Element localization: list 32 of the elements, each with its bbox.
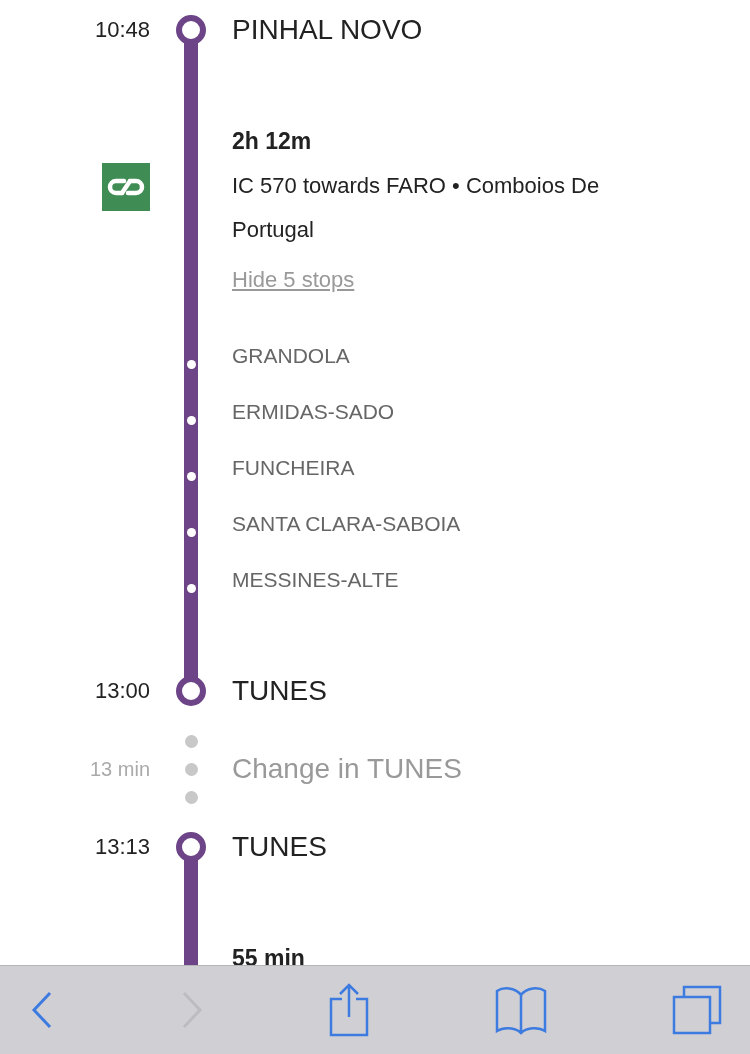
intermediate-stop: MESSINES-ALTE [232,568,399,592]
stop-dot [186,471,196,481]
intermediate-stop: GRANDOLA [232,344,350,368]
intermediate-stop: SANTA CLARA-SABOIA [232,512,461,536]
intermediate-stop: FUNCHEIRA [232,456,355,480]
stop-dot [186,583,196,593]
stop-marker [176,676,206,706]
tabs-button[interactable] [672,985,722,1035]
stop-time: 13:00 [94,678,150,704]
transfer-label: Change in TUNES [232,753,462,785]
share-button[interactable] [329,983,369,1037]
station-name: TUNES [232,831,327,863]
railway-logo-icon [102,163,150,211]
hide-stops-link[interactable]: Hide 5 stops [232,260,355,300]
stop-dot [186,527,196,537]
trip-duration: 2h 12m [232,127,312,156]
transfer-time: 13 min [89,757,150,781]
stop-dot [186,415,196,425]
intermediate-stop: ERMIDAS-SADO [232,400,395,424]
stop-marker [176,15,206,45]
station-name: PINHAL NOVO [232,14,423,46]
transfer-dot [184,734,198,748]
transfer-dot [184,790,198,804]
transfer-dot [184,762,198,776]
stop-time: 10:48 [94,17,150,43]
stop-dot [186,359,196,369]
bookmarks-button[interactable] [494,985,547,1035]
station-name: TUNES [232,675,327,707]
stop-time: 13:13 [94,834,150,860]
back-button[interactable] [30,990,54,1030]
route-description: IC 570 towards FARO • Comboios De Portugal [232,172,601,244]
stop-marker [176,832,206,862]
